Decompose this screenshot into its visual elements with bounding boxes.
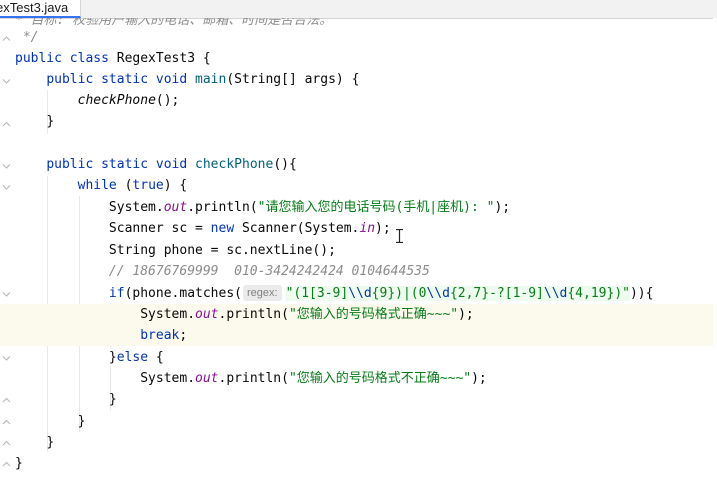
code-line[interactable]: String phone = sc.nextLine(); bbox=[0, 240, 717, 261]
code-line[interactable]: public static void checkPhone(){ bbox=[0, 154, 717, 175]
code-line[interactable]: break; bbox=[0, 325, 717, 346]
code-line[interactable]: }else { bbox=[0, 347, 717, 368]
regex-escape: \\d bbox=[543, 286, 568, 301]
code-text: } bbox=[46, 114, 55, 129]
code-text: { bbox=[148, 350, 164, 365]
code-text: (String[] args) { bbox=[226, 72, 360, 87]
method-name: checkPhone bbox=[195, 157, 274, 172]
code-text: System. bbox=[140, 307, 196, 322]
code-line[interactable]: // 18676769999 010-3424242424 0104644535 bbox=[0, 261, 717, 282]
code-editor[interactable]: exTest3.java * 目标: 校验用户输入的电话、邮箱、时间是否合法。 … bbox=[0, 0, 717, 504]
static-field: out bbox=[163, 200, 188, 215]
code-line[interactable]: System.out.println("请您输入您的电话号码(手机|座机): "… bbox=[0, 197, 717, 218]
comment-text: // 18676769999 010-3424242424 0104644535 bbox=[108, 264, 430, 279]
code-line[interactable]: System.out.println("您输入的号码格式不正确~~~"); bbox=[0, 368, 717, 389]
method-call: checkPhone bbox=[77, 93, 156, 108]
keyword: else bbox=[116, 350, 149, 365]
code-line[interactable]: checkPhone(); bbox=[0, 90, 717, 111]
string-quote: " bbox=[622, 286, 630, 301]
code-text: } bbox=[15, 456, 23, 471]
comment-text: */ bbox=[15, 30, 39, 45]
keyword: break bbox=[140, 328, 180, 343]
regex-escape: \\d bbox=[426, 286, 450, 301]
code-text: ); bbox=[471, 371, 487, 386]
method-name: main bbox=[195, 72, 227, 87]
keyword: new bbox=[210, 221, 235, 236]
code-text: (){ bbox=[273, 157, 297, 172]
keyword: if bbox=[108, 286, 125, 301]
code-line-empty[interactable] bbox=[0, 132, 717, 153]
code-text: .println( bbox=[218, 371, 289, 386]
code-text: .println( bbox=[187, 200, 258, 215]
code-text: )){ bbox=[629, 286, 654, 301]
code-text: Scanner sc = bbox=[108, 221, 211, 236]
code-line[interactable]: } bbox=[0, 411, 717, 432]
code-line[interactable]: */ bbox=[0, 27, 717, 48]
string-literal: "您输入的号码格式正确~~~" bbox=[288, 307, 459, 322]
code-text: ( bbox=[116, 178, 133, 193]
code-text: System. bbox=[108, 200, 164, 215]
regex-part: {4,19}) bbox=[567, 286, 623, 301]
code-line[interactable]: public static void main(String[] args) { bbox=[0, 69, 717, 90]
code-line[interactable]: if(phone.matches(regex: "(1[3-9]\\d{9})|(… bbox=[0, 283, 717, 304]
code-text: } bbox=[108, 392, 117, 407]
keyword: true bbox=[132, 178, 164, 193]
regex-string-literal: "(1[3-9]\\d{9})|(0\\d{2,7}-?[1-9]\\d{4,1… bbox=[285, 286, 630, 301]
editor-tab-bar: exTest3.java bbox=[0, 0, 717, 19]
code-text: ); bbox=[375, 221, 391, 236]
regex-escape: \\d bbox=[348, 286, 372, 301]
regex-part: {2,7}-?[1-9] bbox=[449, 286, 544, 301]
keyword: public static void bbox=[46, 72, 188, 87]
code-line[interactable]: public class RegexTest3 { bbox=[0, 48, 717, 69]
static-field: in bbox=[359, 221, 376, 236]
editor-tab-regextest3[interactable]: exTest3.java bbox=[0, 0, 82, 18]
string-literal: "请您输入您的电话号码(手机|座机): " bbox=[257, 200, 495, 215]
code-line[interactable]: } bbox=[0, 111, 717, 132]
keyword: while bbox=[77, 178, 117, 193]
vertical-scrollbar[interactable] bbox=[713, 18, 717, 504]
parameter-hint-regex: regex: bbox=[242, 285, 282, 301]
text-cursor-icon bbox=[396, 229, 403, 243]
regex-part: (1[3-9] bbox=[293, 286, 349, 301]
code-text: (); bbox=[155, 93, 180, 108]
code-text: ; bbox=[179, 328, 188, 343]
static-field: out bbox=[195, 307, 219, 322]
code-text: ) { bbox=[163, 178, 188, 193]
code-text: } bbox=[108, 350, 117, 365]
code-text: RegexTest3 { bbox=[108, 51, 211, 66]
keyword: public class bbox=[15, 51, 109, 66]
code-text: System. bbox=[140, 371, 196, 386]
code-text: ); bbox=[494, 200, 511, 215]
static-field: out bbox=[195, 371, 219, 386]
code-line[interactable]: } bbox=[0, 389, 717, 410]
keyword: public static void bbox=[46, 157, 188, 172]
editor-tab-label: exTest3.java bbox=[0, 0, 69, 15]
code-text: } bbox=[77, 414, 86, 429]
code-text: } bbox=[46, 435, 55, 450]
code-line-current[interactable]: System.out.println("您输入的号码格式正确~~~"); bbox=[0, 304, 717, 325]
code-line[interactable]: } bbox=[0, 432, 717, 453]
string-literal: "您输入的号码格式不正确~~~" bbox=[288, 371, 472, 386]
regex-part: {9})|(0 bbox=[371, 286, 427, 301]
code-text: ); bbox=[458, 307, 474, 322]
code-text: .println( bbox=[218, 307, 289, 322]
code-line[interactable]: Scanner sc = new Scanner(System.in); bbox=[0, 218, 717, 239]
code-line[interactable]: while (true) { bbox=[0, 175, 717, 196]
code-text: Scanner(System. bbox=[234, 221, 360, 236]
code-text: (phone.matches( bbox=[124, 286, 242, 301]
code-line[interactable]: } bbox=[0, 453, 717, 474]
code-text: String phone = sc.nextLine(); bbox=[108, 243, 336, 258]
